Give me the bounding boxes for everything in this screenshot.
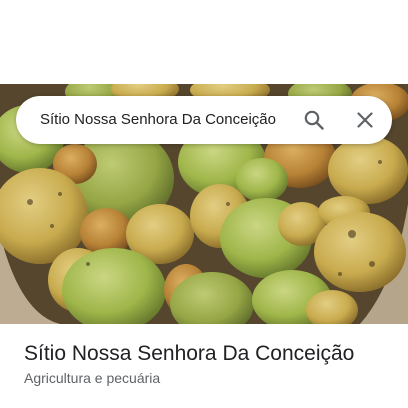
close-icon <box>357 112 373 128</box>
search-bar[interactable]: Sítio Nossa Senhora Da Conceição <box>16 96 392 144</box>
clear-search-button[interactable] <box>349 104 381 136</box>
place-title: Sítio Nossa Senhora Da Conceição <box>24 342 355 365</box>
place-card: Sítio Nossa Senhora Da Conceição Sítio N… <box>0 0 408 408</box>
place-category: Agricultura e pecuária <box>24 370 161 386</box>
search-input[interactable]: Sítio Nossa Senhora Da Conceição <box>40 96 276 144</box>
top-spacer <box>0 0 408 84</box>
search-button[interactable] <box>298 104 330 136</box>
search-icon <box>304 110 324 130</box>
